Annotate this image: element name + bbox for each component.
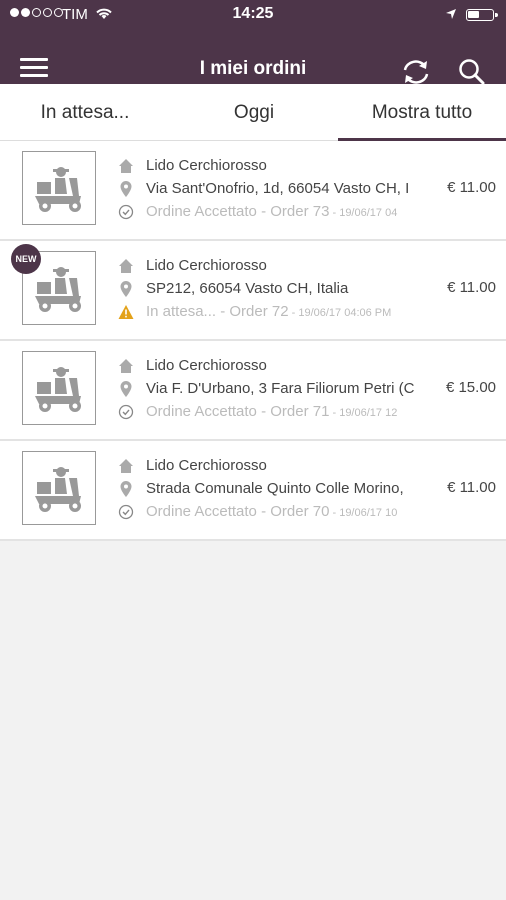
- check-circle-icon: [118, 204, 134, 220]
- order-row[interactable]: Lido Cerchiorosso Via F. D'Urbano, 3 Far…: [0, 341, 506, 441]
- order-status: In attesa... - Order 72: [146, 303, 289, 320]
- order-timestamp: - 19/06/17 04:06 PM: [288, 307, 392, 319]
- order-timestamp: - 19/06/17 10: [329, 507, 398, 519]
- tab-show-all[interactable]: Mostra tutto: [338, 84, 506, 141]
- search-icon[interactable]: [458, 58, 486, 86]
- restaurant-name: Lido Cerchiorosso: [146, 257, 267, 274]
- tab-pending[interactable]: In attesa...: [0, 84, 170, 140]
- delivery-address: Via Sant'Onofrio, 1d, 66054 Vasto CH, I: [146, 180, 410, 197]
- order-row[interactable]: NEW Lido Cerchiorosso SP212, 66054 Vasto…: [0, 241, 506, 341]
- refresh-icon[interactable]: [400, 58, 432, 86]
- restaurant-name: Lido Cerchiorosso: [146, 457, 267, 474]
- order-timestamp: - 19/06/17 04: [329, 207, 398, 219]
- scooter-delivery-icon: [35, 467, 81, 512]
- delivery-address: SP212, 66054 Vasto CH, Italia: [146, 280, 349, 297]
- restaurant-name: Lido Cerchiorosso: [146, 357, 267, 374]
- location-pin-icon: [120, 181, 132, 197]
- order-thumbnail: [22, 451, 96, 525]
- warning-icon: [118, 305, 134, 319]
- status-bar: TIM 14:25: [0, 0, 506, 30]
- home-icon: [119, 359, 133, 373]
- order-price: € 15.00: [445, 379, 496, 396]
- order-thumbnail: [22, 351, 96, 425]
- scooter-delivery-icon: [35, 367, 81, 412]
- order-price: € 11.00: [447, 279, 496, 296]
- location-arrow-icon: [446, 9, 456, 19]
- scooter-delivery-icon: [35, 167, 81, 212]
- order-status: Ordine Accettato - Order 73: [146, 203, 330, 220]
- location-pin-icon: [120, 481, 132, 497]
- scooter-delivery-icon: [35, 267, 81, 312]
- orders-list: Lido Cerchiorosso Via Sant'Onofrio, 1d, …: [0, 141, 506, 541]
- order-price: € 11.00: [447, 479, 496, 496]
- app-header: TIM 14:25 I miei ordini: [0, 0, 506, 86]
- location-pin-icon: [120, 281, 132, 297]
- order-row[interactable]: Lido Cerchiorosso Via Sant'Onofrio, 1d, …: [0, 141, 506, 241]
- delivery-address: Via F. D'Urbano, 3 Fara Filiorum Petri (…: [146, 380, 415, 397]
- home-icon: [119, 259, 133, 273]
- clock: 14:25: [232, 5, 274, 22]
- order-row[interactable]: Lido Cerchiorosso Strada Comunale Quinto…: [0, 441, 506, 541]
- delivery-address: Strada Comunale Quinto Colle Morino,: [146, 480, 404, 497]
- battery-icon: [466, 9, 498, 21]
- order-price: € 11.00: [447, 179, 496, 196]
- restaurant-name: Lido Cerchiorosso: [146, 157, 267, 174]
- tab-bar: In attesa... Oggi Mostra tutto: [0, 84, 506, 141]
- check-circle-icon: [118, 404, 134, 420]
- order-thumbnail: [22, 151, 96, 225]
- order-status: Ordine Accettato - Order 71: [146, 403, 330, 420]
- order-status: Ordine Accettato - Order 70: [146, 503, 330, 520]
- home-icon: [119, 159, 133, 173]
- check-circle-icon: [118, 504, 134, 520]
- order-timestamp: - 19/06/17 12: [329, 407, 398, 419]
- new-badge: NEW: [11, 244, 41, 274]
- tab-today[interactable]: Oggi: [170, 84, 338, 140]
- home-icon: [119, 459, 133, 473]
- location-pin-icon: [120, 381, 132, 397]
